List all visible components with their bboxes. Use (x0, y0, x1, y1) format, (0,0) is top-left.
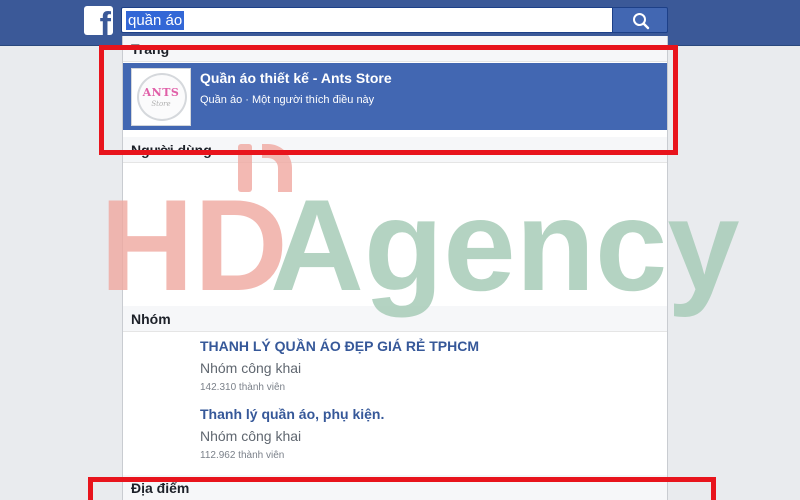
group-member-count: 142.310 thành viên (200, 382, 286, 393)
group-result[interactable]: THANH LÝ QUẦN ÁO ĐẸP GIÁ RẺ TPHCM Nhóm c… (123, 338, 667, 404)
group-privacy: Nhóm công khai (200, 428, 302, 444)
search-input[interactable]: quần áo (126, 11, 185, 30)
group-name: Thanh lý quần áo, phụ kiện. (200, 406, 385, 422)
section-header-groups: Nhóm (123, 306, 667, 332)
group-result[interactable]: Thanh lý quần áo, phụ kiện. Nhóm công kh… (123, 406, 667, 472)
group-name: THANH LÝ QUẦN ÁO ĐẸP GIÁ RẺ TPHCM (200, 338, 479, 354)
search-button[interactable] (612, 7, 668, 33)
search-icon (633, 13, 650, 30)
facebook-logo-icon[interactable]: f (84, 6, 113, 35)
highlight-box-page-result (99, 45, 678, 155)
highlight-box-places (88, 477, 716, 500)
group-privacy: Nhóm công khai (200, 360, 302, 376)
search-field[interactable]: quần áo (121, 7, 612, 33)
group-member-count: 112.962 thành viên (200, 450, 285, 461)
